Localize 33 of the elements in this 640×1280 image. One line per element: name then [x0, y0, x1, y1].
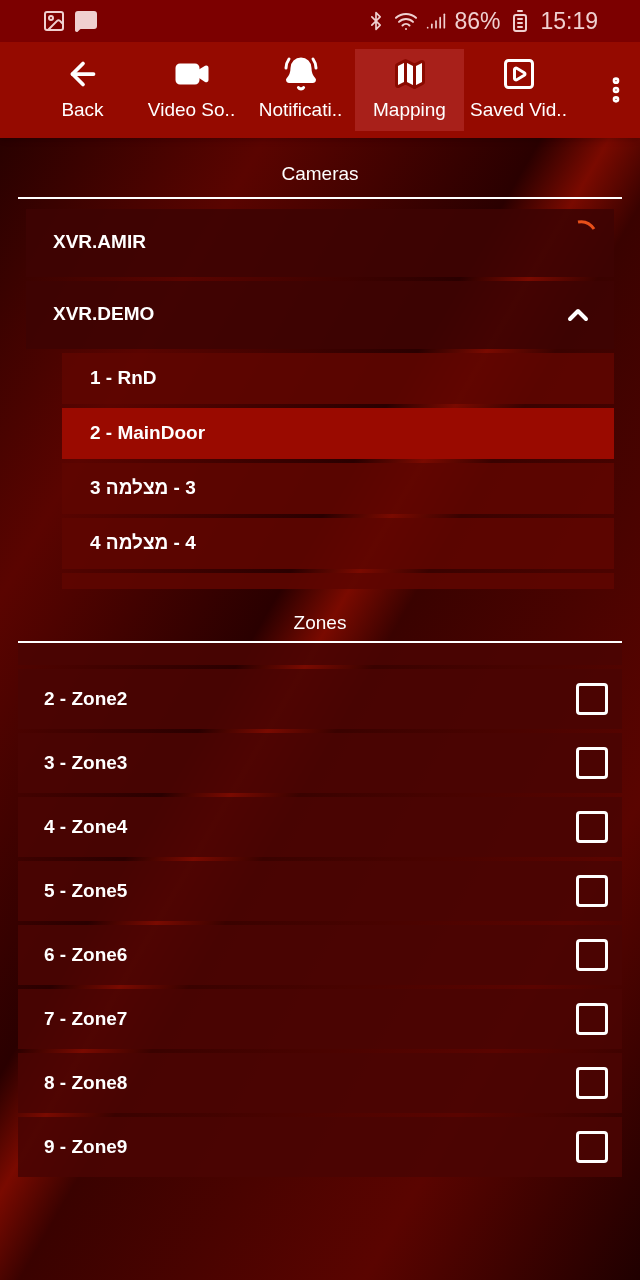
camera-item[interactable]: 4 - מצלמה 4	[62, 517, 614, 569]
zone-row[interactable]: 8 - Zone8	[18, 1053, 622, 1113]
checkbox[interactable]	[576, 1067, 608, 1099]
signal-icon	[426, 11, 447, 31]
zone-row[interactable]: 2 - Zone2	[18, 669, 622, 729]
checkbox[interactable]	[576, 875, 608, 907]
camera-item[interactable]: 3 - מצלמה 3	[62, 462, 614, 514]
zone-row[interactable]: 5 - Zone5	[18, 861, 622, 921]
checkbox[interactable]	[576, 683, 608, 715]
bell-icon	[282, 55, 319, 92]
zone-row[interactable]: 6 - Zone6	[18, 925, 622, 985]
checkbox[interactable]	[576, 1003, 608, 1035]
zone-row[interactable]: 9 - Zone9	[18, 1117, 622, 1177]
checkbox[interactable]	[576, 811, 608, 843]
toolbar-tab[interactable]: Notificati..	[246, 49, 355, 131]
battery-percentage: 86%	[454, 6, 501, 36]
checkbox[interactable]	[576, 747, 608, 779]
toolbar-tab[interactable]: Mapping	[355, 49, 464, 131]
camera-item[interactable]: 2 - MainDoor	[62, 407, 614, 459]
clock-time: 15:19	[540, 6, 598, 36]
toolbar-tab[interactable]: Video So..	[137, 49, 246, 131]
toolbar-tab[interactable]: Saved Vid..	[464, 49, 573, 131]
checkbox[interactable]	[576, 1131, 608, 1163]
camera-item[interactable]: 1 - RnD	[62, 352, 614, 404]
message-notification-icon	[74, 9, 98, 33]
image-notification-icon	[42, 9, 66, 33]
toolbar-tab[interactable]: Back	[28, 49, 137, 131]
camera-group-row[interactable]: XVR.AMIR	[26, 208, 614, 277]
checkbox[interactable]	[576, 939, 608, 971]
zone-row[interactable]: 4 - Zone4	[18, 797, 622, 857]
zone-row[interactable]: 7 - Zone7	[18, 989, 622, 1049]
zone-row[interactable]: 3 - Zone3	[18, 733, 622, 793]
section-heading: Cameras	[18, 160, 622, 199]
